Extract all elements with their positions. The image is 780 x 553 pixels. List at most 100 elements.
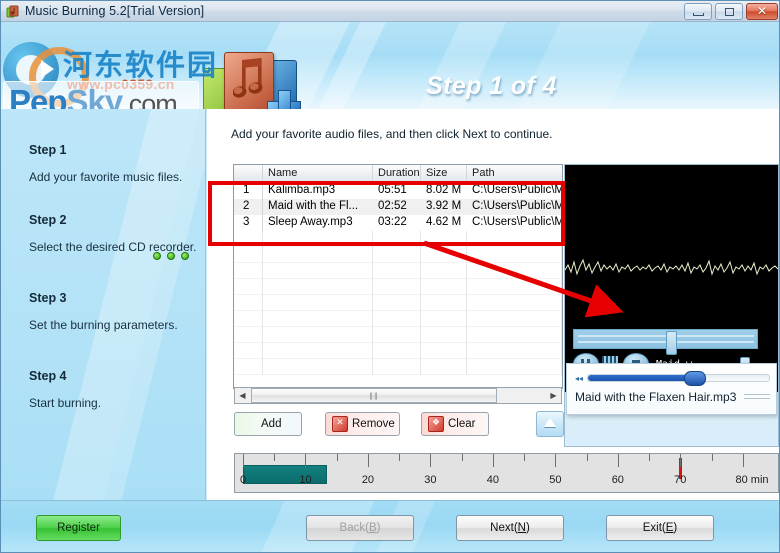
step2-heading: Step 2 — [29, 213, 67, 227]
cell-duration: 03:22 — [378, 216, 407, 228]
ruler-tick — [461, 454, 463, 461]
table-header-row: Name Duration Size Path — [234, 165, 562, 183]
scrollbar-thumb[interactable]: ‖‖ — [251, 388, 497, 403]
remove-x-icon: ✕ — [332, 416, 348, 432]
brand-sky: Sky — [66, 83, 124, 109]
now-playing-tooltip: ◂◂ Maid with the Flaxen Hair.mp3 — [566, 363, 777, 415]
sidebar-item-step1[interactable]: Step 1 Add your favorite music files. — [29, 143, 205, 184]
close-button[interactable]: ✕ — [746, 3, 778, 20]
back-button[interactable]: Back(B) — [306, 515, 414, 541]
steps-sidebar: Step 1 Add your favorite music files. St… — [1, 109, 206, 500]
step3-heading: Step 3 — [29, 291, 67, 305]
cell-index: 2 — [234, 199, 263, 215]
scroll-right-arrow-icon[interactable]: ▶ — [546, 388, 561, 403]
ruler-tick — [680, 454, 682, 467]
sidebar-item-step2[interactable]: Step 2 Select the desired CD recorder. — [29, 213, 205, 254]
audio-waveform — [565, 258, 778, 276]
ruler-label: 20 — [361, 474, 375, 486]
next-button[interactable]: Next(N) — [456, 515, 564, 541]
col-header-duration[interactable]: Duration — [373, 165, 421, 182]
watermark-play-icon — [41, 60, 54, 78]
file-action-toolbar: Add ✕ Remove ❖ Clear — [234, 411, 600, 476]
brand-pep: Pep — [9, 83, 68, 109]
seek-slider[interactable]: ◂◂ — [575, 371, 770, 386]
maximize-icon — [725, 8, 734, 16]
sidebar-item-step3[interactable]: Step 3 Set the burning parameters. — [29, 291, 205, 332]
cell-path: C:\Users\Public\M — [472, 184, 562, 196]
ruler-tick — [524, 454, 526, 461]
ruler-tick — [742, 454, 744, 467]
remove-button[interactable]: ✕ Remove — [325, 412, 400, 436]
preview-panel: Maid w ◂◂ Maid with the Flaxen Hair.mp3 — [564, 164, 779, 447]
used-capacity-bar — [243, 465, 328, 484]
ruler-tick — [586, 454, 588, 461]
brand-dotcom: .com — [122, 89, 178, 109]
table-row[interactable]: 3 Sleep Away.mp3 03:22 4.62 M C:\Users\P… — [234, 215, 562, 231]
ruler-label: 0 — [239, 474, 247, 486]
arrow-up-icon — [544, 418, 556, 427]
ruler-tick — [617, 454, 619, 467]
col-header-name[interactable]: Name — [263, 165, 373, 182]
move-up-button[interactable] — [536, 411, 564, 437]
table-empty-area[interactable] — [234, 231, 562, 375]
music-burning-app-icon — [6, 5, 19, 18]
minimize-icon — [693, 13, 704, 16]
ruler-label: 10 — [299, 474, 312, 486]
ruler-label: 40 — [486, 474, 499, 486]
ruler-tick — [305, 454, 307, 467]
application-window: Music Burning 5.2[Trial Version] ✕ 河东软件园… — [0, 0, 780, 553]
scroll-left-arrow-icon[interactable]: ◀ — [235, 388, 250, 403]
video-visualizer[interactable]: Maid w — [565, 165, 778, 392]
window-title: Music Burning 5.2[Trial Version] — [25, 4, 205, 18]
player-progress-bar[interactable] — [573, 329, 758, 355]
clear-button-label: Clear — [448, 418, 476, 430]
ruler-label: 50 — [549, 474, 562, 486]
minimize-button[interactable] — [684, 3, 712, 20]
tooltip-filename: Maid with the Flaxen Hair.mp3 — [575, 390, 737, 404]
clear-button[interactable]: ❖ Clear — [421, 412, 489, 436]
title-bar: Music Burning 5.2[Trial Version] ✕ — [1, 1, 779, 22]
sidebar-item-step4[interactable]: Step 4 Start burning. — [29, 369, 205, 410]
audio-file-list[interactable]: Name Duration Size Path 1 Kalimba.mp3 05… — [233, 164, 563, 389]
instruction-text: Add your favorite audio files, and then … — [231, 127, 553, 141]
col-header-index[interactable] — [234, 165, 263, 182]
clear-icon: ❖ — [428, 416, 444, 432]
table-row[interactable]: 1 Kalimba.mp3 05:51 8.02 M C:\Users\Publ… — [234, 183, 562, 199]
ruler-label: 80 min — [735, 474, 769, 486]
cell-index: 1 — [234, 183, 263, 199]
window-controls: ✕ — [684, 3, 778, 20]
ruler-label: 70 — [674, 474, 687, 486]
active-step-dots-icon — [153, 252, 189, 260]
tooltip-lines-icon — [744, 394, 770, 402]
plus-badge-icon — [267, 90, 301, 109]
exit-button[interactable]: Exit(E) — [606, 515, 714, 541]
register-button-label: Register — [57, 522, 100, 534]
table-row[interactable]: 2 Maid with the Fl... 02:52 3.92 M C:\Us… — [234, 199, 562, 215]
scrollbar-grip-icon: ‖‖ — [369, 391, 379, 400]
capacity-timeline-ruler[interactable]: 0 10 20 30 40 50 60 70 80 min — [234, 453, 779, 493]
add-button[interactable]: Add — [234, 412, 327, 476]
ruler-label: 30 — [424, 474, 437, 486]
ruler-tick — [336, 454, 338, 461]
step1-heading: Step 1 — [29, 143, 67, 157]
header-banner: 河东软件园 www.pc0359.cn PepSky.com Step 1 of… — [1, 22, 779, 109]
file-list-horizontal-scrollbar[interactable]: ◀ ‖‖ ▶ — [234, 387, 562, 404]
cell-size: 3.92 M — [426, 200, 462, 212]
ruler-tick — [492, 454, 494, 467]
player-progress-knob[interactable] — [666, 331, 677, 355]
cell-duration: 05:51 — [378, 184, 407, 196]
seek-track[interactable] — [587, 371, 770, 386]
step3-desc: Set the burning parameters. — [29, 318, 178, 332]
ruler-tick — [430, 454, 432, 467]
col-header-size[interactable]: Size — [421, 165, 467, 182]
col-header-path[interactable]: Path — [467, 165, 562, 182]
step4-desc: Start burning. — [29, 396, 102, 410]
maximize-button[interactable] — [715, 3, 743, 20]
register-button[interactable]: Register — [36, 515, 121, 541]
next-button-label: Next(N) — [490, 522, 530, 534]
cell-path: C:\Users\Public\M — [472, 216, 562, 228]
seek-knob[interactable] — [683, 371, 706, 386]
rewind-icon[interactable]: ◂◂ — [575, 374, 583, 383]
add-button-label: Add — [261, 418, 282, 430]
remove-button-label: Remove — [352, 418, 395, 430]
